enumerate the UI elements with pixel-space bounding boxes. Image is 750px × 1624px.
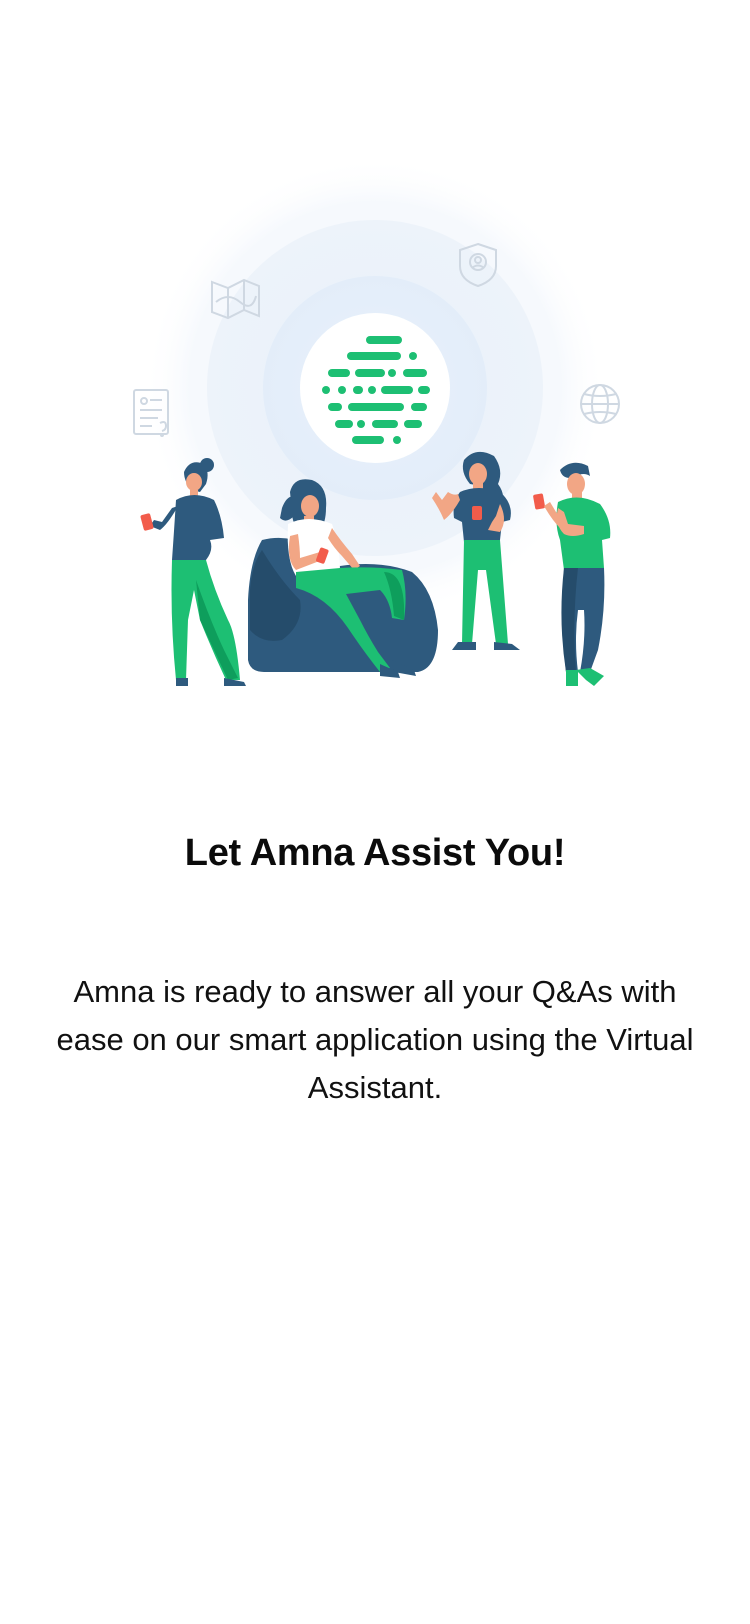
page-title: Let Amna Assist You! [184,832,566,874]
page-description: Amna is ready to answer all your Q&As wi… [56,974,694,1105]
hero-illustration [0,120,750,720]
hero-illustration-svg [133,156,620,686]
